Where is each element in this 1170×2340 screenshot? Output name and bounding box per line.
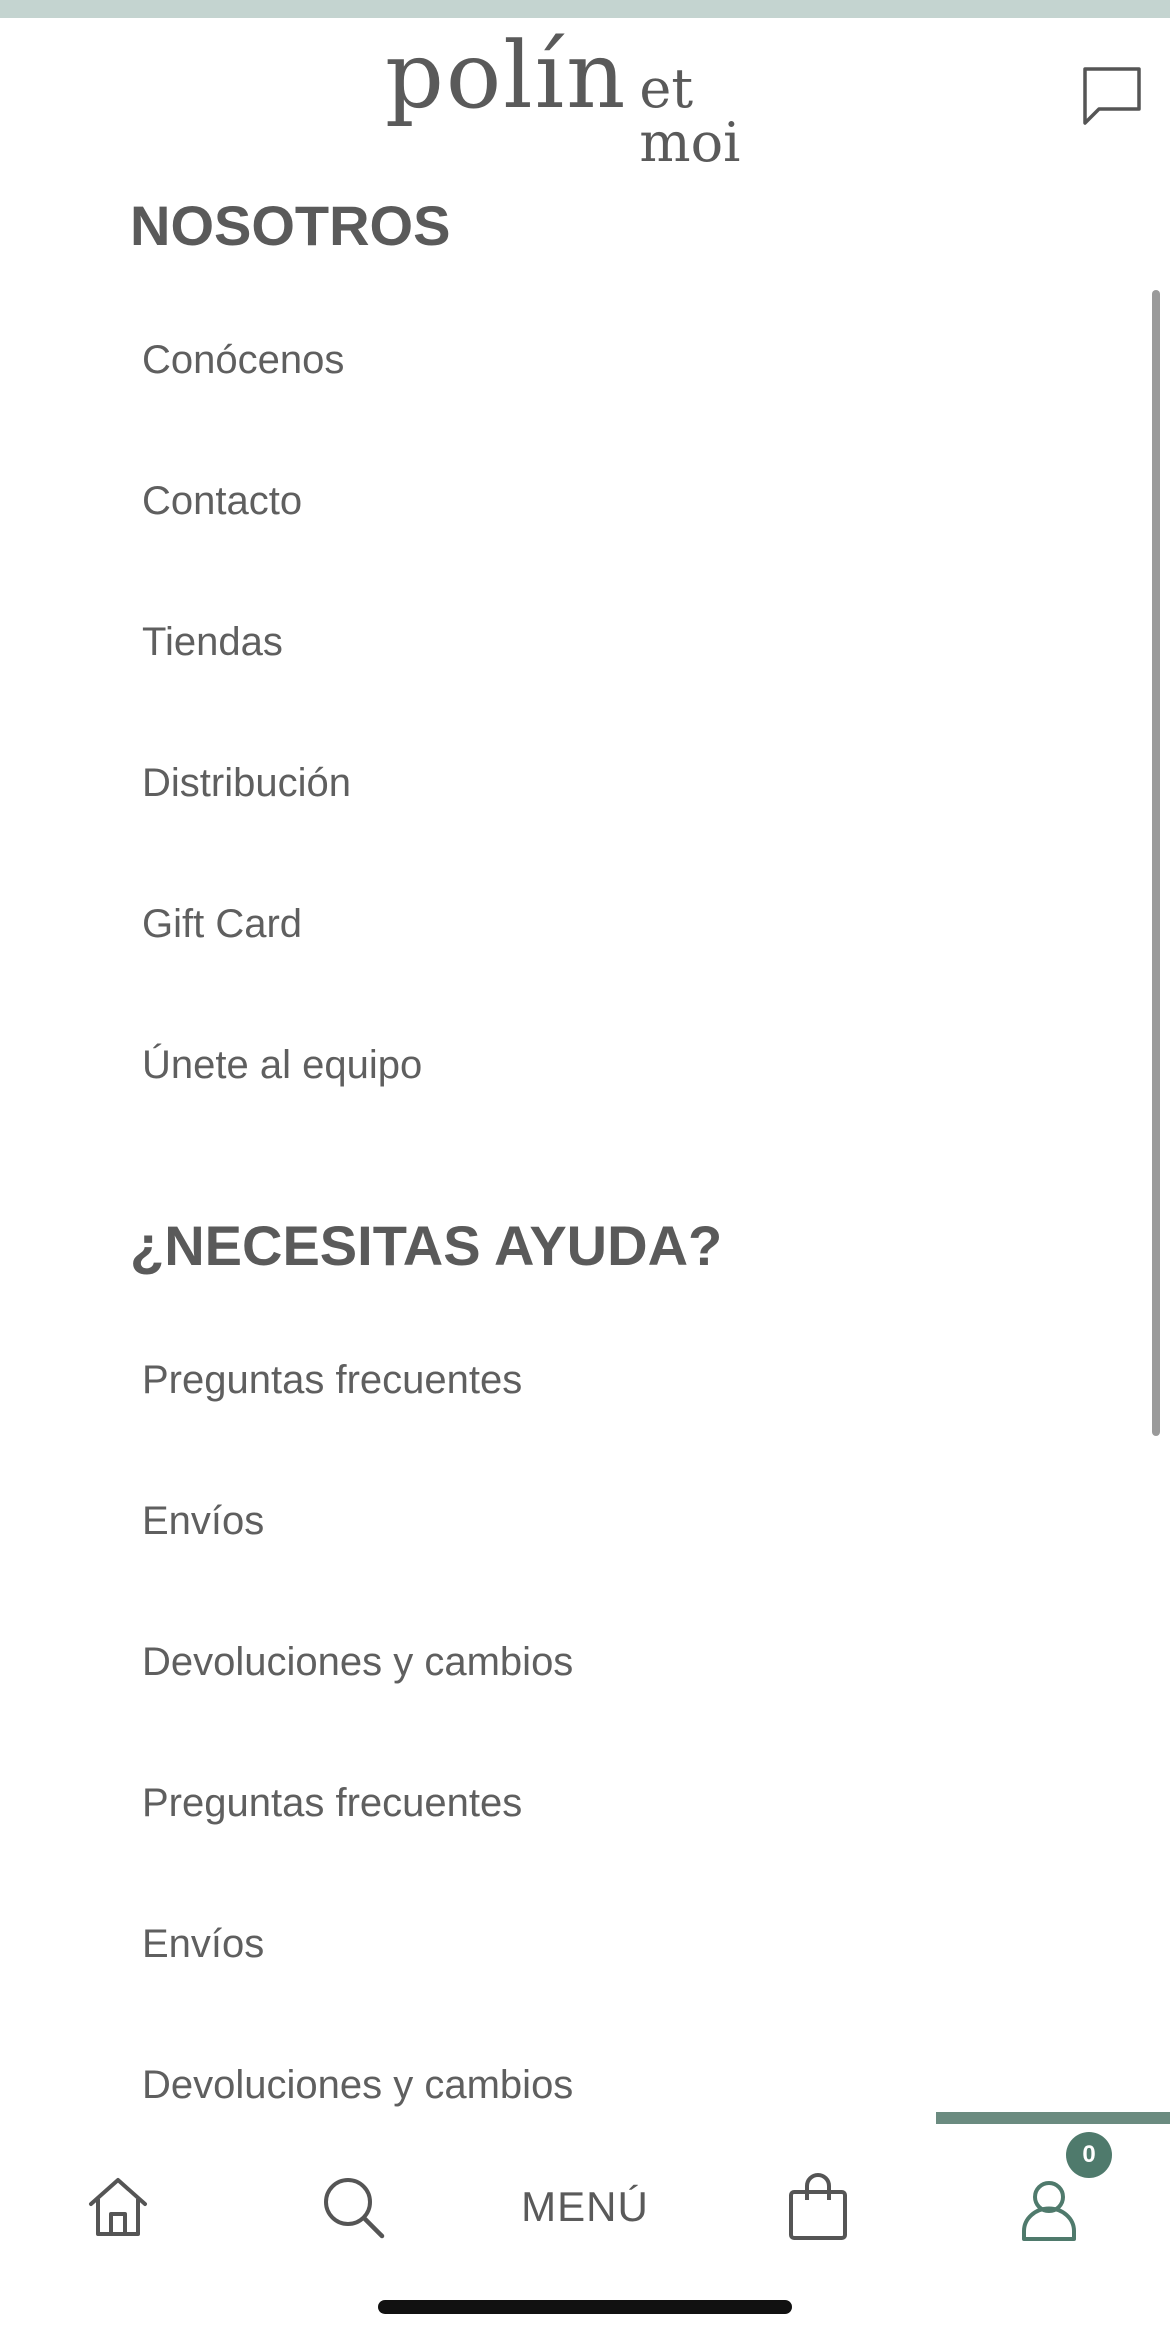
search-icon	[324, 2178, 385, 2239]
brand-logo[interactable]: polín et moi	[385, 22, 805, 170]
menu-label: MENÚ	[521, 2183, 649, 2230]
status-bar-strip	[0, 0, 1170, 18]
section-title-necesitas-ayuda: ¿NECESITAS AYUDA?	[130, 1214, 723, 1277]
scrollbar[interactable]	[1152, 290, 1160, 1436]
menu-link-conocenos[interactable]: Conócenos	[142, 340, 344, 380]
menu-button[interactable]: MENÚ	[510, 2152, 660, 2262]
logo-main-text: polín	[385, 22, 628, 129]
active-tab-indicator	[936, 2112, 1170, 2124]
menu-link-tiendas[interactable]: Tiendas	[142, 622, 283, 662]
section-title-nosotros: NOSOTROS	[130, 194, 451, 257]
menu-link-unete-al-equipo[interactable]: Únete al equipo	[142, 1045, 422, 1085]
menu-link-gift-card[interactable]: Gift Card	[142, 904, 302, 944]
home-button[interactable]	[70, 2152, 166, 2262]
menu-link-preguntas-frecuentes-2[interactable]: Preguntas frecuentes	[142, 1783, 522, 1823]
menu-link-distribucion[interactable]: Distribución	[142, 763, 351, 803]
cart-button[interactable]	[770, 2152, 866, 2262]
menu-link-preguntas-frecuentes[interactable]: Preguntas frecuentes	[142, 1360, 522, 1400]
cart-count-badge: 0	[1066, 2132, 1112, 2178]
menu-link-envios-2[interactable]: Envíos	[142, 1924, 264, 1964]
menu-link-devoluciones-y-cambios[interactable]: Devoluciones y cambios	[142, 1642, 573, 1682]
user-icon	[1022, 2181, 1076, 2241]
shopping-bag-icon	[789, 2173, 847, 2240]
search-button[interactable]	[305, 2152, 401, 2262]
logo-sub-text: et moi	[639, 57, 741, 174]
header: polín et moi	[0, 18, 1170, 170]
menu-link-envios[interactable]: Envíos	[142, 1501, 264, 1541]
menu-link-devoluciones-y-cambios-2[interactable]: Devoluciones y cambios	[142, 2065, 573, 2105]
chat-button[interactable]	[1078, 62, 1146, 130]
chat-icon	[1083, 67, 1141, 125]
home-indicator[interactable]	[378, 2300, 792, 2314]
menu-link-contacto[interactable]: Contacto	[142, 481, 302, 521]
home-icon	[89, 2178, 147, 2236]
bottom-nav: MENÚ	[0, 2112, 1170, 2292]
